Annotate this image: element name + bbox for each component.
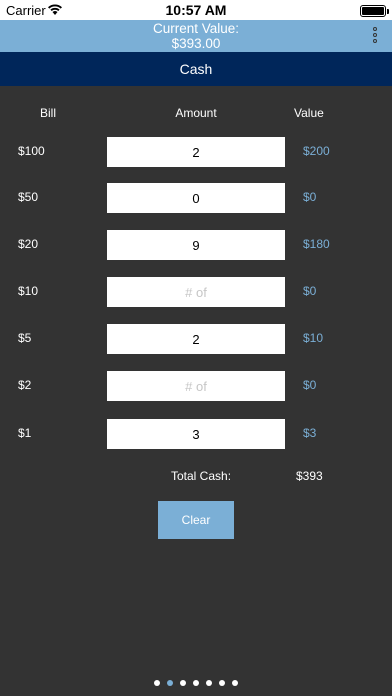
amount-input-1[interactable]	[107, 419, 285, 449]
total-cash-label: Total Cash:	[171, 469, 232, 483]
amount-input-100[interactable]	[107, 137, 285, 167]
page-dot[interactable]	[219, 680, 225, 686]
bill-row-50: $50 $0	[0, 183, 392, 213]
bill-label: $20	[18, 237, 39, 251]
current-value-amount: $393.00	[171, 36, 221, 51]
clear-button[interactable]: Clear	[158, 501, 234, 539]
amount-input-2[interactable]	[107, 371, 285, 401]
amount-input-20[interactable]	[107, 230, 285, 260]
bill-label: $5	[18, 331, 32, 345]
column-header-amount: Amount	[175, 106, 217, 120]
bill-row-100: $100 $200	[0, 137, 392, 167]
row-value: $0	[303, 190, 317, 204]
bill-label: $1	[18, 426, 32, 440]
row-value: $200	[303, 144, 330, 158]
bill-row-10: $10 $0	[0, 277, 392, 307]
row-value: $0	[303, 378, 317, 392]
bill-row-1: $1 $3	[0, 419, 392, 449]
row-value: $3	[303, 426, 317, 440]
page-dot[interactable]	[180, 680, 186, 686]
page-dot[interactable]	[206, 680, 212, 686]
bill-label: $2	[18, 378, 32, 392]
row-value: $10	[303, 331, 324, 345]
more-vertical-icon[interactable]	[370, 26, 380, 48]
bill-label: $50	[18, 190, 39, 204]
battery-icon	[360, 5, 389, 17]
page-dot[interactable]	[167, 680, 173, 686]
bill-label: $100	[18, 144, 45, 158]
page-indicator[interactable]	[0, 680, 392, 686]
bill-label: $10	[18, 284, 39, 298]
page-dot[interactable]	[232, 680, 238, 686]
row-value: $0	[303, 284, 317, 298]
amount-input-10[interactable]	[107, 277, 285, 307]
page-dot[interactable]	[193, 680, 199, 686]
page-dot[interactable]	[154, 680, 160, 686]
row-value: $180	[303, 237, 330, 251]
page-title: Cash	[0, 52, 392, 86]
bill-row-20: $20 $180	[0, 230, 392, 260]
column-header-value: Value	[294, 106, 324, 120]
status-bar: Carrier 10:57 AM	[0, 0, 392, 20]
current-value-header: Current Value: $393.00	[0, 20, 392, 52]
bill-row-5: $5 $10	[0, 324, 392, 354]
clock: 10:57 AM	[165, 2, 227, 18]
total-cash-value: $393	[296, 469, 323, 483]
bill-row-2: $2 $0	[0, 371, 392, 401]
current-value-label: Current Value:	[152, 21, 240, 36]
amount-input-50[interactable]	[107, 183, 285, 213]
amount-input-5[interactable]	[107, 324, 285, 354]
